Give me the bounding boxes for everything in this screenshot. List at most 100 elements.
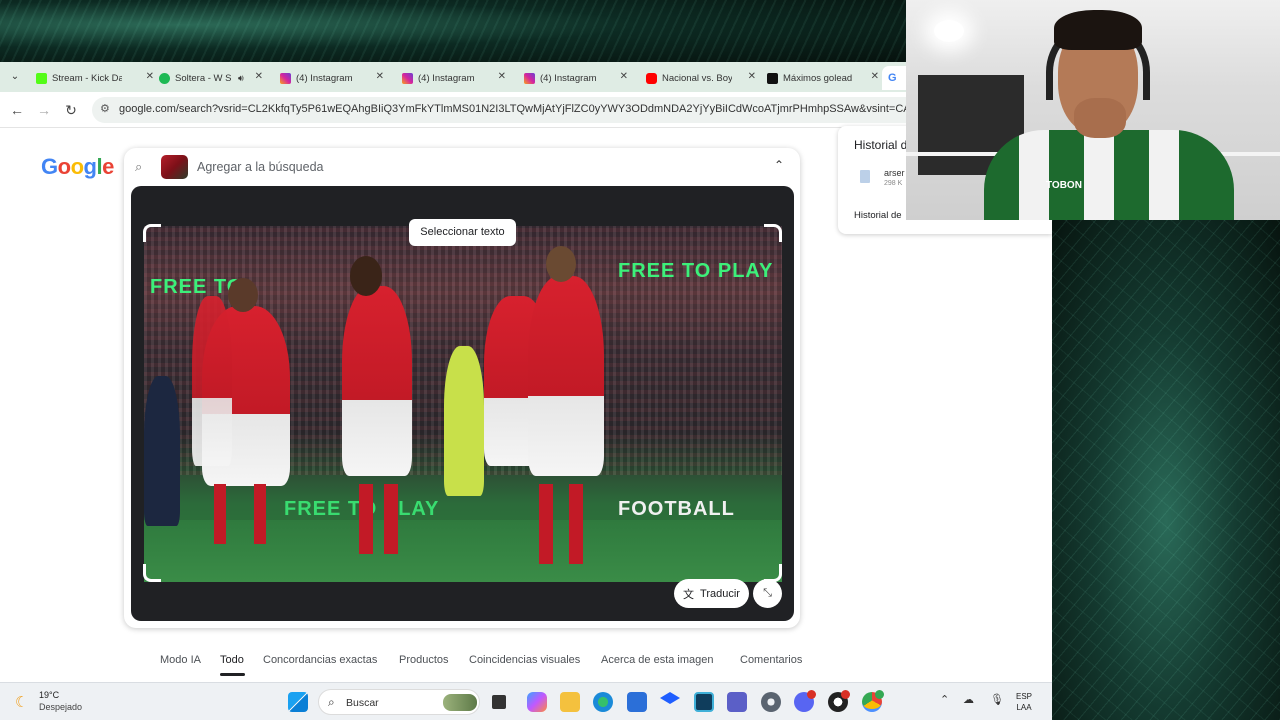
history-title: Historial d bbox=[854, 138, 908, 152]
site-info-icon[interactable]: ⚙ bbox=[100, 102, 110, 115]
settings-icon[interactable] bbox=[761, 692, 781, 712]
browser-tab[interactable]: Nacional vs. Boy ✕ bbox=[646, 66, 756, 90]
taskbar-search[interactable]: ⌕ Buscar bbox=[318, 689, 480, 715]
streamer-hair bbox=[1054, 10, 1142, 50]
goalkeeper bbox=[444, 346, 484, 496]
browser-tab[interactable]: Soltera - W S 🔊︎ ✕ bbox=[159, 66, 263, 90]
search-icon: ⌕ bbox=[328, 695, 335, 709]
browser-tab[interactable]: (4) Instagram ✕ bbox=[402, 66, 506, 90]
tab-concordancias[interactable]: Concordancias exactas bbox=[263, 652, 381, 676]
tab-modo-ia[interactable]: Modo IA bbox=[160, 652, 202, 676]
browser-tab[interactable]: (4) Instagram ✕ bbox=[280, 66, 384, 90]
weather-temp[interactable]: 19°C bbox=[39, 690, 59, 700]
image-panel: FREE TO FREE TO PLAY FREE TO PLAY FOOTBA… bbox=[131, 186, 794, 621]
close-tab-icon[interactable]: ✕ bbox=[146, 71, 154, 82]
file-size: 298 K bbox=[884, 180, 903, 187]
notification-badge bbox=[841, 690, 850, 699]
back-icon[interactable]: ← bbox=[8, 101, 26, 119]
copilot-icon[interactable] bbox=[527, 692, 547, 712]
crop-handle[interactable] bbox=[143, 224, 161, 242]
player-sock bbox=[254, 484, 266, 544]
tab-title: (4) Instagram bbox=[540, 72, 597, 84]
browser-toolbar: ← → ↻ ⚙ google.com/search?vsrid=CL2KkfqT… bbox=[0, 92, 1052, 128]
query-image-thumbnail[interactable] bbox=[161, 155, 188, 179]
search-input[interactable]: Agregar a la búsqueda bbox=[197, 160, 323, 174]
translate-button[interactable]: 文 Traducir bbox=[674, 579, 749, 608]
chevron-up-icon[interactable]: ⌃ bbox=[940, 693, 949, 706]
streamer-hand bbox=[1074, 98, 1126, 138]
browser-tab[interactable]: (4) Instagram ✕ bbox=[524, 66, 628, 90]
tab-comentarios[interactable]: Comentarios bbox=[740, 652, 810, 676]
edge-icon[interactable] bbox=[593, 692, 613, 712]
taskbar-search-label: Buscar bbox=[346, 697, 379, 709]
instagram-icon bbox=[280, 72, 291, 84]
tab-productos[interactable]: Productos bbox=[399, 652, 451, 676]
tab-acerca[interactable]: Acerca de esta imagen bbox=[601, 652, 722, 676]
weather-moon-icon[interactable]: ☾ bbox=[15, 693, 28, 711]
results-tabs: Modo IA Todo Concordancias exactas Produ… bbox=[160, 652, 828, 676]
crop-handle[interactable] bbox=[764, 224, 782, 242]
google-icon: G bbox=[888, 72, 897, 84]
tab-coincidencias[interactable]: Coincidencias visuales bbox=[469, 652, 583, 676]
translate-label: Traducir bbox=[700, 587, 740, 600]
collapse-icon[interactable]: ⤡ bbox=[753, 579, 782, 608]
browser-tab[interactable]: Máximos golead ✕ bbox=[767, 66, 879, 90]
tab-search-chevron-icon[interactable]: ⌄ bbox=[6, 68, 24, 86]
close-tab-icon[interactable]: ✕ bbox=[871, 71, 879, 82]
tab-title: (4) Instagram bbox=[296, 72, 353, 84]
lens-search-card: ⌕ Agregar a la búsqueda ⌃ FREE TO FREE T… bbox=[124, 148, 800, 628]
windows-taskbar: ☾ 19°C Despejado ⌕ Buscar ⌃ ☁ 🎙︎ ESP LAA bbox=[0, 682, 1052, 720]
dropbox-icon[interactable] bbox=[660, 692, 680, 704]
youtube-icon bbox=[646, 72, 657, 84]
close-tab-icon[interactable]: ✕ bbox=[498, 71, 506, 82]
player-head bbox=[228, 278, 258, 312]
select-text-button[interactable]: Seleccionar texto bbox=[409, 219, 516, 246]
player-head bbox=[350, 256, 382, 296]
file-icon bbox=[860, 170, 870, 183]
close-tab-icon[interactable]: ✕ bbox=[376, 71, 384, 82]
player-head bbox=[546, 246, 576, 282]
tab-todo[interactable]: Todo bbox=[220, 652, 245, 676]
reload-icon[interactable]: ↻ bbox=[62, 101, 80, 119]
teams-icon[interactable] bbox=[727, 692, 747, 712]
ad-board-text: FREE TO PLAY bbox=[618, 260, 774, 282]
microphone-icon[interactable]: 🎙︎ bbox=[990, 693, 1004, 706]
google-logo[interactable]: Google bbox=[41, 154, 114, 180]
pitch bbox=[144, 520, 782, 582]
speaker-icon[interactable]: 🔊︎ bbox=[238, 73, 244, 84]
crop-handle[interactable] bbox=[143, 564, 161, 582]
tab-title: Máximos golead bbox=[783, 72, 853, 84]
tab-strip: ⌄ Stream - Kick Da ✕ Soltera - W S 🔊︎ ✕ … bbox=[0, 62, 1052, 92]
opponent-player bbox=[144, 376, 180, 526]
file-explorer-icon[interactable] bbox=[560, 692, 580, 712]
search-icon: ⌕ bbox=[135, 159, 143, 174]
search-image[interactable]: FREE TO FREE TO PLAY FREE TO PLAY FOOTBA… bbox=[144, 226, 782, 582]
url-text[interactable]: google.com/search?vsrid=CL2KkfqTy5P61wEQ… bbox=[119, 103, 919, 115]
network-icon[interactable]: ☁ bbox=[963, 693, 974, 706]
app-icon[interactable] bbox=[694, 692, 714, 712]
chevron-up-icon[interactable]: ⌃ bbox=[774, 158, 784, 172]
player bbox=[528, 276, 604, 476]
task-view-icon[interactable] bbox=[492, 695, 506, 709]
history-link[interactable]: Historial de bbox=[854, 210, 902, 221]
address-bar[interactable]: ⚙ google.com/search?vsrid=CL2KkfqTy5P61w… bbox=[92, 97, 922, 123]
browser-tab[interactable]: Stream - Kick Da ✕ bbox=[36, 66, 154, 90]
search-row[interactable]: ⌕ Agregar a la búsqueda ⌃ bbox=[124, 148, 800, 186]
weather-condition[interactable]: Despejado bbox=[39, 702, 82, 712]
close-tab-icon[interactable]: ✕ bbox=[255, 71, 263, 82]
language-indicator[interactable]: ESP LAA bbox=[1016, 691, 1032, 713]
shirt-sponsor: TOBON bbox=[1046, 180, 1082, 191]
player-sock bbox=[539, 484, 553, 564]
instagram-icon bbox=[524, 72, 535, 84]
store-icon[interactable] bbox=[627, 692, 647, 712]
player-sock bbox=[359, 484, 373, 554]
notification-badge bbox=[807, 690, 816, 699]
webcam-overlay: TOBON bbox=[906, 0, 1280, 220]
windows-start-icon[interactable] bbox=[288, 692, 308, 712]
close-tab-icon[interactable]: ✕ bbox=[748, 71, 756, 82]
player-sock bbox=[569, 484, 583, 564]
x-icon bbox=[767, 72, 778, 84]
close-tab-icon[interactable]: ✕ bbox=[620, 71, 628, 82]
file-name[interactable]: arser bbox=[884, 168, 905, 178]
forward-icon[interactable]: → bbox=[35, 101, 53, 119]
